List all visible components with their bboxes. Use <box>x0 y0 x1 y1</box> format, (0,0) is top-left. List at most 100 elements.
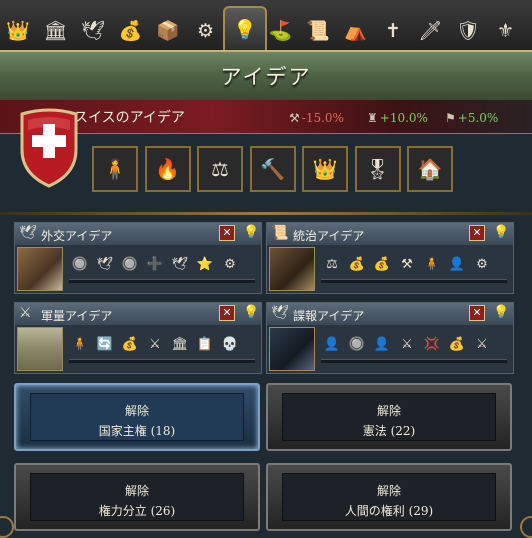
idea-group-diplomatic[interactable]: 🕊 外交アイデア ✕ 💡 🔘 🕊 🔘 ➕ 🕊 ⭐ ⚙ <box>14 222 262 294</box>
idea-icons: 🔘 🕊 🔘 ➕ 🕊 ⭐ ⚙ <box>69 253 241 275</box>
idea-group-administrative[interactable]: 📜 統治アイデア ✕ 💡 ⚖ 💰 💰 ⚒ 🧍 👤 ⚙ <box>266 222 514 294</box>
idea-mini-icon[interactable]: ⚙ <box>219 253 241 275</box>
torch-idea-icon[interactable]: 🔥 <box>144 146 191 192</box>
idea-group-title: 諜報アイデア <box>293 309 365 323</box>
espionage-icon[interactable]: 🗡 <box>417 14 445 48</box>
national-ideas-title: スイスのアイデア <box>74 110 185 126</box>
idea-mini-icon[interactable]: ⚖ <box>321 253 343 275</box>
idea-mini-icon[interactable]: 🧍 <box>69 333 91 355</box>
unlock-button-constitution[interactable]: 解除 憲法 (22) <box>266 383 512 451</box>
remove-group-button[interactable]: ✕ <box>469 305 485 321</box>
idea-mini-icon[interactable]: 💰 <box>446 333 468 355</box>
diplomatic-icon: 🕊 <box>19 225 37 241</box>
tools-idea-icon[interactable]: 🔨 <box>249 146 296 192</box>
military-tent-icon[interactable]: ⛺ <box>342 14 370 48</box>
unlock-idea-name: 権力分立 (26) <box>98 504 176 518</box>
lightbulb-icon[interactable]: 💡 <box>493 305 509 320</box>
flag-icon[interactable]: ⛳ <box>267 14 295 48</box>
manpower-modifier-icon: ⚑ <box>445 111 456 125</box>
religion-cross-icon[interactable]: ✝ <box>379 14 407 48</box>
unlock-button-human-rights[interactable]: 解除 人間の権利 (29) <box>266 463 512 531</box>
estates-icon[interactable]: 🛡 <box>454 14 482 48</box>
idea-mini-icon[interactable]: 🧍 <box>421 253 443 275</box>
idea-mini-icon[interactable]: 🔄 <box>94 333 116 355</box>
modifier-value: +10.0% <box>379 111 428 125</box>
modifier-production: ⚒ -15.0% <box>289 111 344 125</box>
idea-icons: 👤 🔘 👤 ⚔ 💢 💰 ⚔ <box>321 333 493 355</box>
unlock-label: 解除 <box>376 484 401 498</box>
idea-mini-icon[interactable]: 👤 <box>321 333 343 355</box>
unlock-button-separation-of-powers[interactable]: 解除 権力分立 (26) <box>14 463 260 531</box>
production-modifier-icon: ⚒ <box>289 111 300 125</box>
remove-group-button[interactable]: ✕ <box>469 225 485 241</box>
remove-group-button[interactable]: ✕ <box>219 305 235 321</box>
idea-icons: 🧍 🔄 💰 ⚔ 🏛 📋 💀 <box>69 333 241 355</box>
idea-mini-icon[interactable]: ⚔ <box>144 333 166 355</box>
progress-track <box>321 359 507 363</box>
modifier-value: +5.0% <box>457 111 499 125</box>
lightbulb-icon[interactable]: 💡 <box>243 305 259 320</box>
ideas-lightbulb-icon[interactable]: 💡 <box>223 6 267 52</box>
idea-group-title: 統治アイデア <box>293 229 365 243</box>
medal-idea-icon[interactable]: 🎖 <box>354 146 401 192</box>
idea-group-title: 軍量アイデア <box>41 309 113 323</box>
unlock-idea-name: 国家主権 (18) <box>98 424 176 438</box>
idea-mini-icon[interactable]: 👤 <box>446 253 468 275</box>
unlock-idea-name: 憲法 (22) <box>362 424 416 438</box>
unlock-button-national-sovereignty[interactable]: 解除 国家主権 (18) <box>14 383 260 451</box>
idea-mini-icon[interactable]: 🔘 <box>69 253 91 275</box>
idea-mini-icon[interactable]: ⚔ <box>396 333 418 355</box>
section-divider <box>0 212 532 215</box>
idea-mini-icon[interactable]: ⚒ <box>396 253 418 275</box>
diplomat-portrait <box>17 247 63 291</box>
idea-mini-icon[interactable]: 💰 <box>119 333 141 355</box>
unlock-idea-name: 人間の権利 (29) <box>344 504 434 518</box>
idea-mini-icon[interactable]: ⭐ <box>194 253 216 275</box>
idea-mini-icon[interactable]: 💢 <box>421 333 443 355</box>
progress-track <box>69 279 255 283</box>
scrolls-icon[interactable]: 📜 <box>304 14 332 48</box>
idea-mini-icon[interactable]: 🕊 <box>169 253 191 275</box>
idea-group-espionage[interactable]: 🕊 諜報アイデア ✕ 💡 👤 🔘 👤 ⚔ 💢 💰 ⚔ <box>266 302 514 374</box>
idea-group-quantity[interactable]: ⚔ 軍量アイデア ✕ 💡 🧍 🔄 💰 ⚔ 🏛 📋 💀 <box>14 302 262 374</box>
scales-gold-idea-icon[interactable]: ⚖ <box>197 146 243 192</box>
idea-mini-icon[interactable]: 🔘 <box>346 333 368 355</box>
idea-mini-icon[interactable]: 💰 <box>371 253 393 275</box>
idea-mini-icon[interactable]: 🔘 <box>119 253 141 275</box>
remove-group-button[interactable]: ✕ <box>219 225 235 241</box>
trade-chest-icon[interactable]: 📦 <box>154 14 182 48</box>
espionage-dove-icon: 🕊 <box>271 305 289 321</box>
economy-coins-icon[interactable]: 💰 <box>117 14 145 48</box>
crossed-swords-icon: ⚔ <box>19 305 32 321</box>
army-field-portrait <box>17 327 63 371</box>
building-upgrade-idea-icon[interactable]: 🏠 <box>407 146 453 192</box>
progress-track <box>69 359 255 363</box>
page-title: アイデア <box>220 65 312 89</box>
production-gears-icon[interactable]: ⚙ <box>192 14 220 48</box>
crown-icon[interactable]: 👑 <box>4 14 32 48</box>
fort-modifier-icon: ♜ <box>367 111 378 125</box>
dove-icon[interactable]: 🕊 <box>79 14 107 48</box>
lightbulb-icon[interactable]: 💡 <box>493 225 509 240</box>
lightbulb-icon[interactable]: 💡 <box>243 225 259 240</box>
idea-mini-icon[interactable]: ⚔ <box>471 333 493 355</box>
idea-mini-icon[interactable]: 📋 <box>194 333 216 355</box>
government-building-icon[interactable]: 🏛 <box>42 14 70 48</box>
idea-mini-icon[interactable]: 🕊 <box>94 253 116 275</box>
infantry-plus-idea-icon[interactable]: 🧍 <box>92 146 138 192</box>
swiss-flag-shield-icon <box>20 108 78 188</box>
modifier-fort: ♜ +10.0% <box>367 111 428 125</box>
idea-mini-icon[interactable]: 👤 <box>371 333 393 355</box>
administrative-icon: 📜 <box>271 225 289 241</box>
subjects-icon[interactable]: ⚜ <box>492 14 520 48</box>
idea-mini-icon[interactable]: 💀 <box>219 333 241 355</box>
idea-mini-icon[interactable]: 🏛 <box>169 333 191 355</box>
modifier-manpower: ⚑ +5.0% <box>445 111 498 125</box>
modifier-value: -15.0% <box>301 111 344 125</box>
idea-mini-icon[interactable]: ⚙ <box>471 253 493 275</box>
idea-mini-icon[interactable]: ➕ <box>144 253 166 275</box>
idea-mini-icon[interactable]: 💰 <box>346 253 368 275</box>
unlock-label: 解除 <box>124 404 149 418</box>
crown-hammer-idea-icon[interactable]: 👑 <box>302 146 348 192</box>
unlock-label: 解除 <box>124 484 149 498</box>
